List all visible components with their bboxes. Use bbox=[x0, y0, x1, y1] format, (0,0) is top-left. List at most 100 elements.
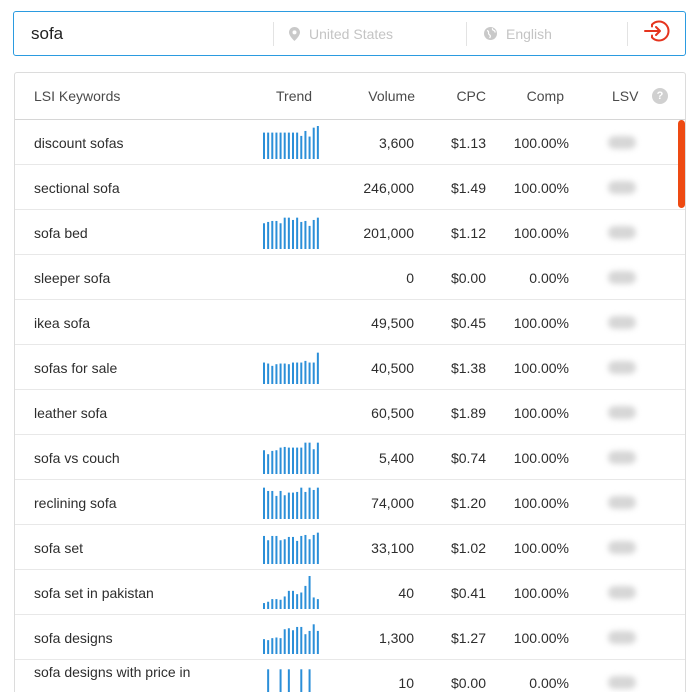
scrollbar-thumb[interactable] bbox=[678, 120, 685, 208]
trend-bar bbox=[279, 669, 282, 692]
trend-bar bbox=[283, 446, 286, 474]
table-row[interactable]: reclining sofa 74,000 $1.20 100.00% bbox=[15, 480, 685, 525]
table-row[interactable]: sofas for sale 40,500 $1.38 100.00% bbox=[15, 345, 685, 390]
search-submit-button[interactable] bbox=[628, 12, 685, 55]
trend-bar bbox=[308, 576, 311, 609]
trend-bar bbox=[271, 365, 274, 384]
volume-cell: 201,000 bbox=[363, 225, 414, 241]
trend-bar bbox=[300, 535, 303, 564]
trend-bar bbox=[279, 447, 282, 474]
trend-sparkline bbox=[263, 624, 319, 654]
trend-bar bbox=[292, 492, 294, 519]
table-row[interactable]: leather sofa 60,500 $1.89 100.00% bbox=[15, 390, 685, 435]
table-row[interactable]: sofa designs with price in 10 $0.00 0.00% bbox=[15, 660, 685, 692]
trend-bar bbox=[263, 603, 265, 609]
trend-bar bbox=[316, 352, 319, 384]
trend-bar bbox=[308, 442, 311, 474]
help-icon[interactable]: ? bbox=[652, 88, 668, 104]
trend-bar bbox=[279, 223, 282, 249]
trend-bar bbox=[267, 669, 270, 692]
keyword-cell[interactable]: sofa designs with price in bbox=[34, 664, 190, 680]
comp-cell: 100.00% bbox=[513, 495, 569, 511]
trend-bar bbox=[275, 364, 278, 384]
trend-bar bbox=[296, 362, 299, 384]
trend-bar bbox=[279, 363, 282, 384]
table-row[interactable]: sofa vs couch 5,400 $0.74 100.00% bbox=[15, 435, 685, 480]
lsv-locked-value bbox=[608, 406, 636, 419]
trend-sparkline bbox=[263, 576, 319, 609]
keyword-cell[interactable]: sofa designs bbox=[34, 630, 113, 646]
cpc-cell: $1.13 bbox=[450, 135, 486, 151]
lsv-locked-value bbox=[608, 496, 636, 509]
country-field[interactable]: United States bbox=[274, 12, 466, 55]
trend-bar bbox=[283, 495, 286, 519]
trend-bar bbox=[283, 132, 286, 159]
keyword-cell[interactable]: ikea sofa bbox=[34, 315, 90, 331]
trend-bar bbox=[275, 132, 278, 159]
keyword-cell[interactable]: sleeper sofa bbox=[34, 270, 110, 286]
table-row[interactable]: sofa set 33,100 $1.02 100.00% bbox=[15, 525, 685, 570]
header-cpc[interactable]: CPC bbox=[456, 88, 486, 104]
trend-bar bbox=[271, 132, 274, 159]
trend-bar bbox=[312, 449, 315, 474]
comp-cell: 100.00% bbox=[513, 315, 569, 331]
comp-cell: 100.00% bbox=[513, 180, 569, 196]
table-row[interactable]: sectional sofa 246,000 $1.49 100.00% bbox=[15, 165, 685, 210]
table-row[interactable]: sofa set in pakistan 40 $0.41 100.00% bbox=[15, 570, 685, 615]
trend-bar bbox=[312, 127, 315, 159]
lsv-locked-value bbox=[608, 541, 636, 554]
table-row[interactable]: sofa bed 201,000 $1.12 100.00% bbox=[15, 210, 685, 255]
trend-bar bbox=[287, 590, 290, 609]
language-field[interactable]: English bbox=[467, 12, 627, 55]
table-row[interactable]: sofa designs 1,300 $1.27 100.00% bbox=[15, 615, 685, 660]
trend-bar bbox=[271, 535, 274, 564]
globe-icon bbox=[484, 27, 497, 40]
trend-bar bbox=[263, 639, 265, 654]
comp-cell: 100.00% bbox=[513, 225, 569, 241]
keyword-cell[interactable]: sofa set bbox=[34, 540, 83, 556]
trend-bar bbox=[287, 492, 290, 519]
trend-bar bbox=[263, 487, 265, 519]
header-keyword[interactable]: LSI Keywords bbox=[34, 88, 120, 104]
volume-cell: 5,400 bbox=[378, 450, 414, 466]
keyword-cell[interactable]: sofa set in pakistan bbox=[34, 585, 154, 601]
trend-bar bbox=[287, 447, 290, 474]
header-comp[interactable]: Comp bbox=[527, 88, 564, 104]
cpc-cell: $0.41 bbox=[450, 585, 486, 601]
table-row[interactable]: sleeper sofa 0 $0.00 0.00% bbox=[15, 255, 685, 300]
trend-sparkline bbox=[263, 352, 319, 384]
header-trend[interactable]: Trend bbox=[276, 88, 312, 104]
trend-bar bbox=[267, 132, 270, 159]
trend-sparkline bbox=[267, 669, 311, 692]
cpc-cell: $1.49 bbox=[450, 180, 486, 196]
trend-bar bbox=[271, 638, 274, 654]
header-volume[interactable]: Volume bbox=[368, 88, 415, 104]
comp-cell: 100.00% bbox=[513, 630, 569, 646]
cpc-cell: $0.00 bbox=[450, 675, 486, 691]
header-lsv[interactable]: LSV bbox=[612, 88, 638, 104]
trend-bar bbox=[312, 597, 315, 609]
table-row[interactable]: discount sofas 3,600 $1.13 100.00% bbox=[15, 120, 685, 165]
trend-bar bbox=[292, 630, 294, 654]
table-row[interactable]: ikea sofa 49,500 $0.45 100.00% bbox=[15, 300, 685, 345]
comp-cell: 0.00% bbox=[529, 675, 569, 691]
keyword-search-input[interactable] bbox=[14, 12, 273, 55]
trend-bar bbox=[296, 540, 299, 564]
lsv-locked-value bbox=[608, 316, 636, 329]
cpc-cell: $1.89 bbox=[450, 405, 486, 421]
trend-bar bbox=[296, 626, 299, 654]
volume-cell: 74,000 bbox=[371, 495, 414, 511]
keyword-cell[interactable]: sofa vs couch bbox=[34, 450, 120, 466]
keyword-cell[interactable]: sofas for sale bbox=[34, 360, 117, 376]
keyword-cell[interactable]: reclining sofa bbox=[34, 495, 117, 511]
trend-bar bbox=[308, 136, 311, 159]
trend-bar bbox=[263, 450, 265, 474]
trend-bar bbox=[263, 223, 265, 249]
trend-bar bbox=[263, 535, 265, 564]
keyword-cell[interactable]: leather sofa bbox=[34, 405, 107, 421]
cpc-cell: $1.38 bbox=[450, 360, 486, 376]
keyword-cell[interactable]: discount sofas bbox=[34, 135, 124, 151]
keyword-cell[interactable]: sofa bed bbox=[34, 225, 88, 241]
trend-bar bbox=[300, 362, 303, 384]
keyword-cell[interactable]: sectional sofa bbox=[34, 180, 120, 196]
